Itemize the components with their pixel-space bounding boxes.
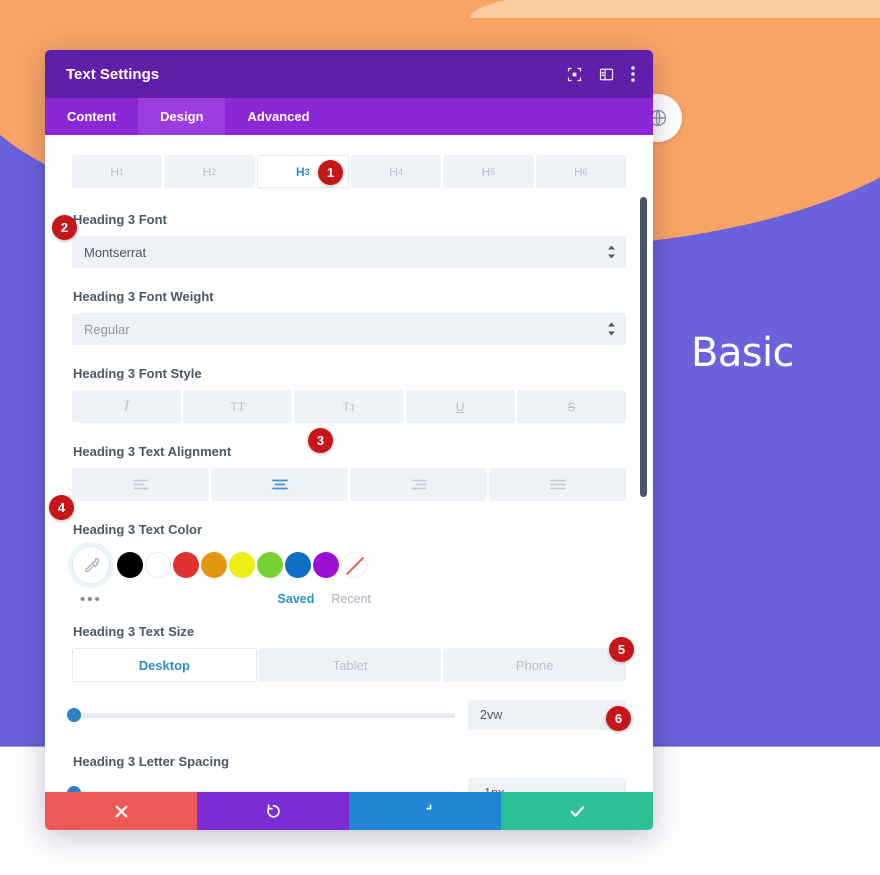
annotation-marker-2: 2 <box>52 215 77 240</box>
font-weight-group: Heading 3 Font Weight Regular <box>72 289 626 345</box>
text-color-group: Heading 3 Text Color ••• Saved Recent <box>72 522 626 608</box>
page-title: Text Settings <box>66 65 160 83</box>
text-size-slider-knob[interactable] <box>67 708 81 722</box>
swatch-yellow[interactable] <box>229 552 255 578</box>
hero-orange-highlight <box>470 0 880 18</box>
swatch-none[interactable] <box>341 552 367 578</box>
font-weight-select[interactable]: Regular <box>72 313 626 345</box>
chevron-updown-icon <box>608 245 615 259</box>
align-justify-icon[interactable] <box>489 468 626 501</box>
heading-level-h2[interactable]: H2 <box>164 155 255 188</box>
font-select[interactable]: Montserrat <box>72 236 626 268</box>
heading-level-h1[interactable]: H1 <box>72 155 163 188</box>
close-icon <box>115 805 127 817</box>
screenshot-root: Basic Text Settings Content Design Advan… <box>0 0 880 875</box>
italic-icon[interactable]: I <box>72 390 182 423</box>
font-style-options: I TT Tт U S <box>72 390 627 423</box>
annotation-marker-1: 1 <box>318 160 343 185</box>
letter-spacing-label: Heading 3 Letter Spacing <box>73 754 230 769</box>
modal-tabs: Content Design Advanced <box>45 98 653 135</box>
heading-level-h5[interactable]: H5 <box>443 155 534 188</box>
text-size-value-input[interactable]: 2vw <box>468 700 626 730</box>
swatch-orange[interactable] <box>201 552 227 578</box>
body-scrollbar-thumb[interactable] <box>640 197 647 497</box>
redo-icon <box>425 803 431 809</box>
text-settings-modal: Text Settings Content Design Advanced H … <box>45 50 653 830</box>
modal-header-actions <box>567 66 635 82</box>
hero-word-basic: Basic <box>691 330 795 376</box>
modal-body-wrapper: H1 H2 H3 H4 H5 H6 Heading 3 Font Montser… <box>45 135 653 830</box>
device-tab-phone[interactable]: Phone <box>443 648 627 682</box>
eyedropper-icon[interactable] <box>72 546 110 584</box>
align-right-icon[interactable] <box>350 468 487 501</box>
font-style-label: Heading 3 Font Style <box>73 366 202 381</box>
text-size-slider-row: 2vw <box>67 700 626 730</box>
font-value: Montserrat <box>84 244 147 260</box>
modal-header: Text Settings <box>45 50 653 98</box>
text-alignment-label: Heading 3 Text Alignment <box>73 444 232 459</box>
font-label: Heading 3 Font <box>73 212 167 227</box>
align-center-icon[interactable] <box>211 468 348 501</box>
annotation-marker-3: 3 <box>308 428 333 453</box>
swatch-white[interactable] <box>145 552 171 578</box>
heading-level-tabs: H1 H2 H3 H4 H5 H6 <box>72 155 626 188</box>
device-tab-tablet[interactable]: Tablet <box>258 648 442 682</box>
device-tabs: Desktop Tablet Phone <box>72 648 627 682</box>
check-icon <box>570 805 584 817</box>
annotation-marker-6: 6 <box>606 706 631 731</box>
swatch-purple[interactable] <box>313 552 339 578</box>
text-size-slider-track[interactable] <box>67 708 455 722</box>
swatch-blue[interactable] <box>285 552 311 578</box>
align-left-icon[interactable] <box>72 468 209 501</box>
swatch-black[interactable] <box>117 552 143 578</box>
saved-colors-link[interactable]: Saved <box>278 592 315 606</box>
heading-level-h4[interactable]: H4 <box>350 155 442 188</box>
undo-button[interactable] <box>197 792 349 830</box>
focus-icon[interactable] <box>567 67 582 82</box>
capitalize-icon[interactable]: Tт <box>294 390 404 423</box>
more-colors-button[interactable]: ••• <box>80 591 102 608</box>
more-vertical-icon[interactable] <box>631 66 635 82</box>
font-style-group: Heading 3 Font Style I TT Tт U S <box>72 366 627 423</box>
tab-design[interactable]: Design <box>138 98 226 135</box>
layout-panel-icon[interactable] <box>599 67 614 82</box>
annotation-marker-5: 5 <box>609 637 634 662</box>
modal-footer <box>45 792 653 830</box>
body-scrollbar-track[interactable] <box>640 135 650 830</box>
font-group: Heading 3 Font Montserrat <box>72 212 626 268</box>
cancel-button[interactable] <box>45 792 197 830</box>
undo-icon <box>266 803 280 818</box>
uppercase-icon[interactable]: TT <box>183 390 293 423</box>
font-weight-value: Regular <box>84 321 130 337</box>
save-button[interactable] <box>501 792 653 830</box>
device-tab-desktop[interactable]: Desktop <box>72 648 257 682</box>
modal-body: H1 H2 H3 H4 H5 H6 Heading 3 Font Montser… <box>45 135 653 830</box>
text-size-label: Heading 3 Text Size <box>73 624 195 639</box>
text-color-label: Heading 3 Text Color <box>73 522 203 537</box>
font-weight-label: Heading 3 Font Weight <box>73 289 214 304</box>
color-swatches <box>72 546 626 584</box>
text-alignment-options <box>72 468 626 501</box>
palette-footer: ••• Saved Recent <box>72 590 626 608</box>
heading-level-h6[interactable]: H6 <box>535 155 626 188</box>
palette-links: Saved Recent <box>278 592 371 606</box>
redo-button[interactable] <box>349 792 501 830</box>
text-alignment-group: Heading 3 Text Alignment <box>72 444 626 501</box>
underline-icon[interactable]: U <box>405 390 515 423</box>
strikethrough-icon[interactable]: S <box>516 390 627 423</box>
text-size-group: Heading 3 Text Size Desktop Tablet Phone <box>72 624 627 682</box>
swatch-red[interactable] <box>173 552 199 578</box>
annotation-marker-4: 4 <box>49 495 74 520</box>
chevron-updown-icon <box>608 322 615 336</box>
tab-content[interactable]: Content <box>45 98 138 135</box>
recent-colors-link[interactable]: Recent <box>331 592 371 606</box>
tab-advanced[interactable]: Advanced <box>225 98 331 135</box>
swatch-green[interactable] <box>257 552 283 578</box>
